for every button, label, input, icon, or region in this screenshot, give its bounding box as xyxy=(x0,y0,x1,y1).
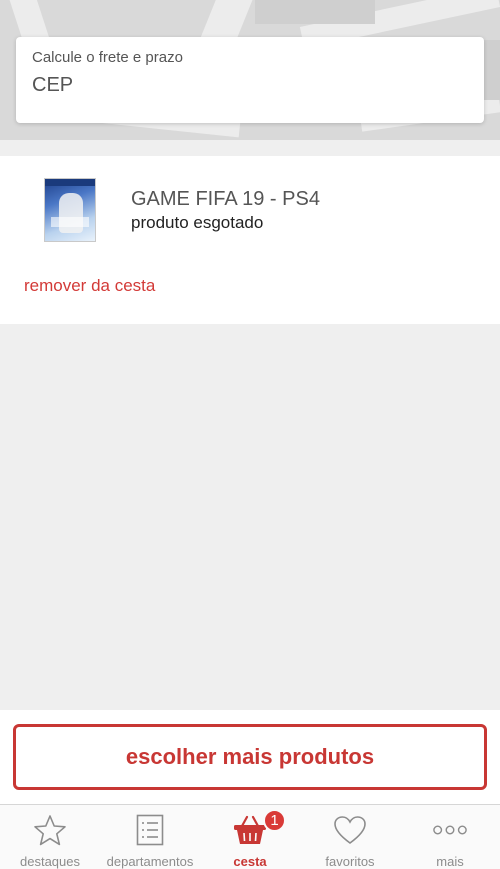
tab-destaques[interactable]: destaques xyxy=(0,805,100,869)
tab-cesta[interactable]: 1 cesta xyxy=(200,805,300,869)
product-name[interactable]: GAME FIFA 19 - PS4 xyxy=(131,188,320,211)
tab-mais[interactable]: mais xyxy=(400,805,500,869)
heart-icon xyxy=(332,813,368,847)
more-dots-icon xyxy=(432,813,468,847)
bottom-tab-bar: destaques departamentos 1 cesta favorito… xyxy=(0,804,500,869)
choose-more-area: escolher mais produtos xyxy=(0,710,500,804)
tab-label: departamentos xyxy=(106,854,194,869)
list-icon xyxy=(132,813,168,847)
cart-count-badge: 1 xyxy=(263,809,286,832)
star-icon xyxy=(32,813,68,847)
cart-item: GAME FIFA 19 - PS4 produto esgotado remo… xyxy=(0,156,500,324)
tab-label: mais xyxy=(436,854,464,869)
tab-label: destaques xyxy=(20,854,80,869)
shipping-label: Calcule o frete e prazo xyxy=(32,49,183,66)
tab-departamentos[interactable]: departamentos xyxy=(100,805,200,869)
game-cover-image[interactable] xyxy=(44,178,96,242)
tab-label: favoritos xyxy=(325,854,375,869)
choose-more-products-button[interactable]: escolher mais produtos xyxy=(13,724,487,790)
product-status: produto esgotado xyxy=(131,213,264,232)
remove-from-cart-link[interactable]: remover da cesta xyxy=(24,276,155,296)
tab-label: cesta xyxy=(233,854,267,869)
shipping-calculator-card: Calcule o frete e prazo xyxy=(16,37,484,123)
cep-input[interactable] xyxy=(32,74,468,97)
tab-favoritos[interactable]: favoritos xyxy=(300,805,400,869)
